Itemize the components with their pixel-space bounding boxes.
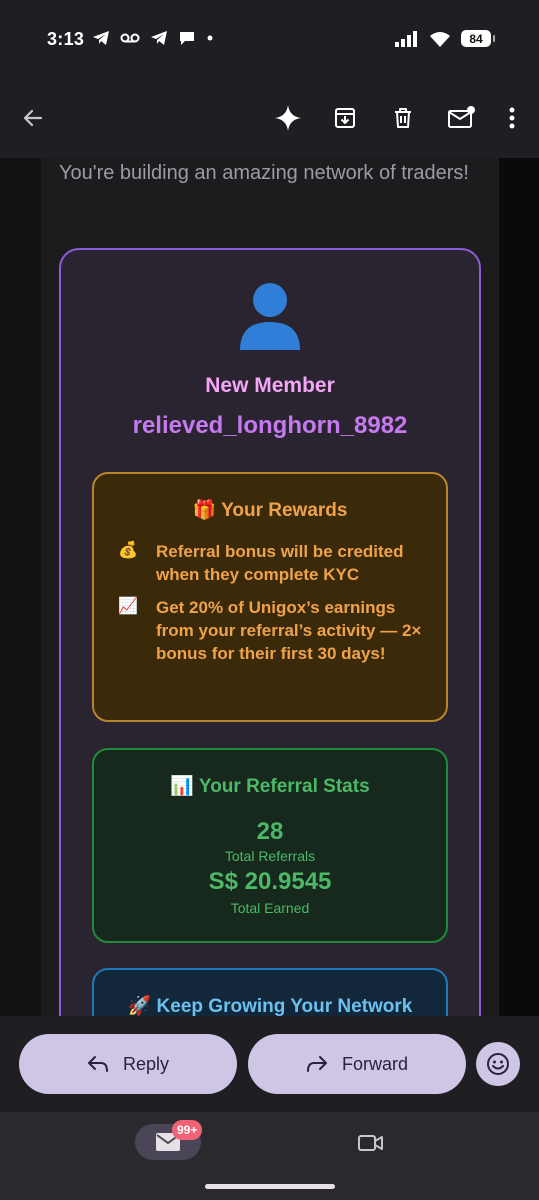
voicemail-icon (120, 33, 140, 43)
reply-bar: Reply Forward (0, 1016, 539, 1112)
grow-title: 🚀 Keep Growing Your Network (127, 996, 413, 1016)
new-member-card: New Member relieved_longhorn_8982 🎁 Your… (59, 248, 481, 1016)
bottom-navigation: 99+ (0, 1112, 539, 1200)
member-username: relieved_longhorn_8982 (132, 412, 408, 439)
battery-indicator: 84 (461, 30, 495, 47)
intro-text: You're building an amazing network of tr… (59, 162, 469, 184)
email-body[interactable]: You're building an amazing network of tr… (0, 158, 539, 1016)
right-margin (499, 158, 539, 1016)
wifi-icon (430, 31, 450, 47)
notification-icons (92, 30, 214, 46)
member-label: New Member (205, 374, 335, 397)
total-earned-value: S$ 20.9545 (208, 868, 332, 895)
rewards-title: 🎁 Your Rewards (192, 500, 348, 521)
stats-title: 📊 Your Referral Stats (170, 776, 370, 797)
telegram-icon (93, 31, 109, 45)
status-bar: 3:13 84 (0, 0, 539, 80)
gemini-button[interactable] (270, 100, 306, 136)
reply-button[interactable]: Reply (19, 1034, 237, 1094)
mark-unread-button[interactable] (443, 100, 479, 136)
avatar (61, 280, 479, 357)
reward-item: 💰 Referral bonus will be credited when t… (118, 540, 428, 586)
sparkle-icon (275, 105, 301, 131)
rewards-box: 🎁 Your Rewards 💰 Referral bonus will be … (92, 472, 448, 722)
chart-up-icon: 📈 (118, 598, 138, 615)
archive-button[interactable] (327, 100, 363, 136)
forward-label: Forward (341, 1053, 408, 1074)
delete-button[interactable] (385, 100, 421, 136)
referral-stats-box: 📊 Your Referral Stats 28 Total Referrals… (92, 748, 448, 943)
money-bag-icon: 💰 (118, 542, 138, 559)
grow-network-box: 🚀 Keep Growing Your Network (92, 968, 448, 1016)
app-bar (0, 80, 539, 158)
person-icon (240, 283, 300, 350)
signal-icon (395, 30, 417, 47)
archive-icon (335, 108, 355, 128)
nav-meet-tab[interactable] (356, 1128, 386, 1158)
total-referrals-label: Total Referrals (224, 848, 316, 864)
total-earned-label: Total Earned (230, 900, 310, 916)
delete-icon (395, 108, 411, 128)
emoji-reaction-button[interactable] (476, 1042, 520, 1086)
more-options-button[interactable] (494, 100, 530, 136)
reward-text: Referral bonus will be credited when the… (156, 542, 404, 584)
reward-item: 📈 Get 20% of Unigox’s earnings from your… (118, 596, 428, 665)
telegram-icon (151, 31, 167, 45)
smiley-icon (487, 1053, 509, 1075)
unread-badge: 99+ (172, 1120, 203, 1140)
reply-icon (87, 1056, 108, 1072)
status-time: 3:13 (47, 29, 85, 49)
gmail-email-screen: 3:13 84 You're building an amazing netwo… (0, 0, 539, 1200)
reply-label: Reply (122, 1053, 170, 1074)
mark-unread-icon (448, 106, 475, 128)
reward-text: Get 20% of Unigox’s earnings from your r… (156, 598, 422, 663)
video-camera-icon (358, 1135, 383, 1151)
forward-button[interactable]: Forward (248, 1034, 466, 1094)
dot-icon (207, 35, 213, 41)
back-arrow-icon (23, 109, 43, 127)
total-referrals-value: 28 (256, 818, 284, 845)
back-button[interactable] (15, 100, 51, 136)
home-indicator[interactable] (205, 1184, 335, 1189)
email-html-content: You're building an amazing network of tr… (41, 158, 499, 1016)
forward-icon (306, 1056, 327, 1072)
more-vert-icon (509, 107, 515, 129)
system-icons: 84 (395, 30, 495, 47)
chat-bubble-icon (180, 32, 194, 45)
